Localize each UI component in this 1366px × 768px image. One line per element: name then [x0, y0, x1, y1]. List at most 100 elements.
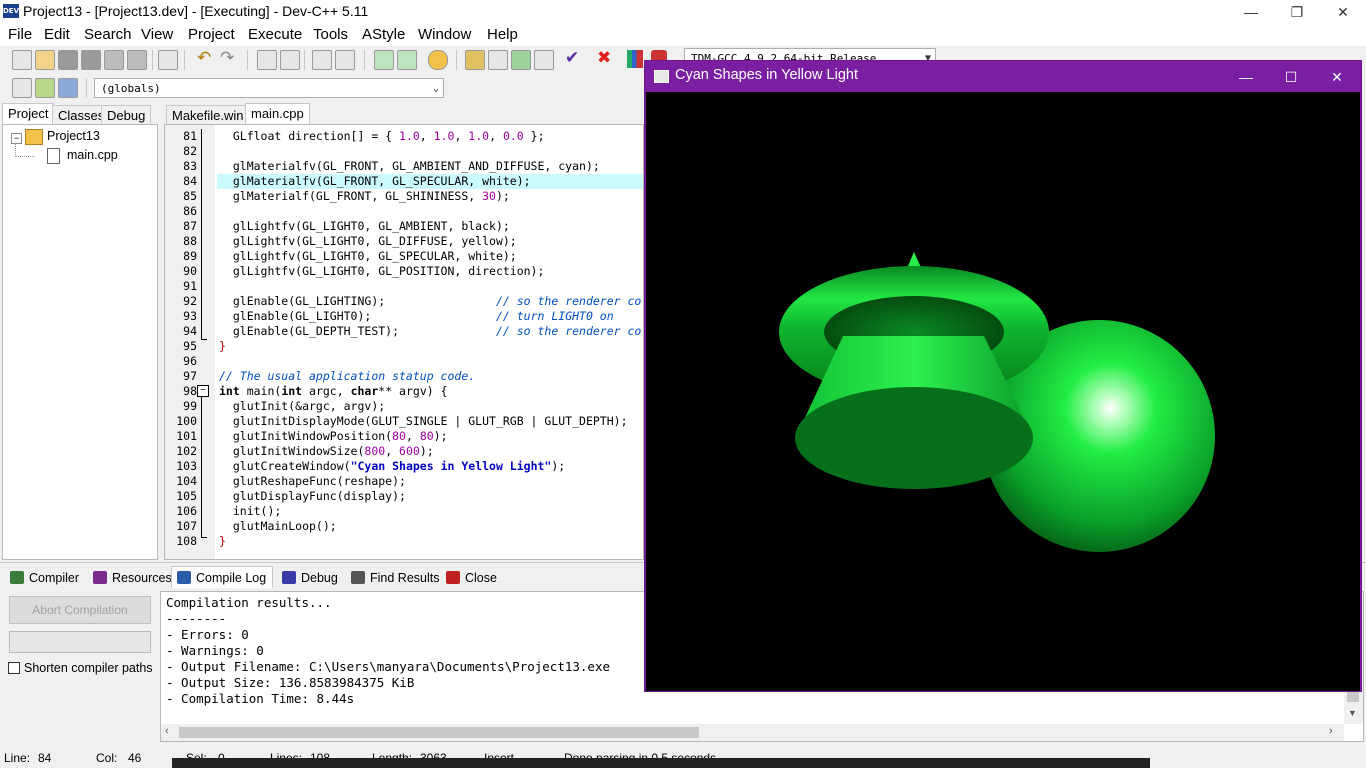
open-file-icon[interactable]	[35, 50, 55, 70]
code-line: glutMainLoop();	[219, 519, 337, 533]
log-line: - Output Filename: C:\Users\manyara\Docu…	[166, 659, 611, 674]
devcpp-app-icon: DEV	[3, 4, 19, 18]
remove-from-project-icon[interactable]	[397, 50, 417, 70]
menu-astyle[interactable]: AStyle	[362, 26, 405, 43]
line-number: 98	[183, 384, 197, 398]
restore-button[interactable]: ❐	[1274, 0, 1320, 24]
line-number: 102	[176, 444, 197, 458]
close-file-icon[interactable]	[104, 50, 124, 70]
line-number: 82	[183, 144, 197, 158]
goto-icon[interactable]	[312, 50, 332, 70]
close-button[interactable]: ✕	[1320, 0, 1366, 24]
line-number: 89	[183, 249, 197, 263]
line-number: 94	[183, 324, 197, 338]
minimize-button[interactable]: —	[1228, 0, 1274, 24]
new-file-icon[interactable]	[12, 50, 32, 70]
replace-icon[interactable]	[280, 50, 300, 70]
menu-window[interactable]: Window	[418, 26, 471, 43]
menu-execute[interactable]: Execute	[248, 26, 302, 43]
log-line: - Compilation Time: 8.44s	[166, 691, 355, 706]
abort-compilation-button[interactable]: Abort Compilation	[9, 596, 151, 624]
tab-label: Find Results	[370, 571, 440, 585]
tab-resources[interactable]: Resources	[87, 566, 179, 588]
menu-view[interactable]: View	[141, 26, 173, 43]
toggle-bookmark-icon[interactable]	[35, 78, 55, 98]
scrollbar-thumb[interactable]	[179, 727, 699, 738]
tab-find-results[interactable]: Find Results	[345, 566, 446, 588]
compile-icon[interactable]	[465, 50, 485, 70]
code-line: GLfloat direction[] = { 1.0, 1.0, 1.0, 0…	[219, 129, 545, 143]
gl-close-button[interactable]: ✕	[1314, 65, 1360, 89]
code-line: }	[219, 339, 226, 353]
fold-collapse-icon[interactable]: −	[197, 385, 209, 397]
tab-compile-log[interactable]: Compile Log	[171, 566, 274, 588]
print-icon[interactable]	[158, 50, 178, 70]
save-all-icon[interactable]	[81, 50, 101, 70]
menu-edit[interactable]: Edit	[44, 26, 70, 43]
scroll-right-icon[interactable]: ›	[1329, 725, 1333, 737]
tab-makefile[interactable]: Makefile.win	[166, 105, 250, 125]
insert-icon[interactable]	[12, 78, 32, 98]
tab-project[interactable]: Project	[2, 103, 55, 125]
gl-minimize-button[interactable]: —	[1223, 65, 1269, 89]
grid-icon	[10, 571, 24, 584]
tab-label: Resources	[112, 571, 172, 585]
tab-debug[interactable]: Debug	[276, 566, 345, 588]
line-number: 92	[183, 294, 197, 308]
code-line: glEnable(GL_DEPTH_TEST); // so the rende…	[219, 324, 642, 338]
line-number: 100	[176, 414, 197, 428]
indent-icon[interactable]	[335, 50, 355, 70]
menu-search[interactable]: Search	[84, 26, 132, 43]
tree-item-project[interactable]: Project13	[47, 129, 100, 143]
compile-progress-bar	[9, 631, 151, 653]
profile-icon[interactable]	[627, 50, 643, 68]
goto-bookmark-icon[interactable]	[58, 78, 78, 98]
stop-execution-icon[interactable]: ✖	[597, 48, 611, 68]
fold-line	[201, 397, 202, 537]
undo-icon[interactable]: ↶	[197, 48, 211, 68]
close-all-icon[interactable]	[127, 50, 147, 70]
code-line: glLightfv(GL_LIGHT0, GL_AMBIENT, black);	[219, 219, 510, 233]
redo-icon[interactable]: ↷	[220, 48, 234, 68]
gl-maximize-button[interactable]: ☐	[1268, 65, 1314, 89]
line-number: 99	[183, 399, 197, 413]
code-line: glEnable(GL_LIGHT0); // turn LIGHT0 on	[219, 309, 614, 323]
run-icon[interactable]	[488, 50, 508, 70]
shorten-paths-checkbox[interactable]	[8, 662, 20, 674]
log-text: Compilation results... -------- - Errors: …	[166, 595, 610, 707]
save-icon[interactable]	[58, 50, 78, 70]
tab-close[interactable]: Close	[440, 566, 504, 588]
horizontal-scrollbar[interactable]: ‹ ›	[161, 724, 1344, 741]
line-number: 87	[183, 219, 197, 233]
rebuild-icon[interactable]	[534, 50, 554, 70]
code-editor[interactable]: 81 GLfloat direction[] = { 1.0, 1.0, 1.0…	[164, 124, 644, 560]
status-line-label: Line:	[4, 751, 31, 765]
tab-label: Compiler	[29, 571, 80, 585]
toolbar-separator	[247, 50, 248, 70]
log-line: Compilation results...	[166, 595, 332, 610]
find-icon[interactable]	[257, 50, 277, 70]
scope-select[interactable]: (globals) ⌄	[94, 78, 444, 98]
line-number: 84	[183, 174, 197, 188]
opengl-window[interactable]: Cyan Shapes in Yellow Light — ☐ ✕	[644, 60, 1362, 692]
toolbar-separator	[364, 50, 365, 70]
menu-help[interactable]: Help	[487, 26, 518, 43]
menu-tools[interactable]: Tools	[313, 26, 348, 43]
scroll-left-icon[interactable]: ‹	[165, 725, 169, 737]
gl-render-canvas[interactable]	[646, 92, 1360, 691]
project-options-icon[interactable]	[428, 50, 448, 70]
scroll-down-icon[interactable]: ▼	[1348, 708, 1357, 718]
toolbar-separator	[152, 50, 153, 70]
compile-run-icon[interactable]	[511, 50, 531, 70]
code-line: glLightfv(GL_LIGHT0, GL_DIFFUSE, yellow)…	[219, 234, 517, 248]
tree-item-main-cpp[interactable]: main.cpp	[67, 148, 118, 162]
menu-project[interactable]: Project	[188, 26, 235, 43]
tab-main-cpp[interactable]: main.cpp	[245, 103, 310, 125]
syntax-check-icon[interactable]: ✔	[565, 48, 579, 68]
tab-debug[interactable]: Debug	[101, 105, 152, 125]
add-to-project-icon[interactable]	[374, 50, 394, 70]
code-line: glLightfv(GL_LIGHT0, GL_SPECULAR, white)…	[219, 249, 517, 263]
code-line: glutInitDisplayMode(GLUT_SINGLE | GLUT_R…	[219, 414, 628, 428]
tab-compiler[interactable]: Compiler	[4, 566, 86, 588]
menu-file[interactable]: File	[8, 26, 32, 43]
